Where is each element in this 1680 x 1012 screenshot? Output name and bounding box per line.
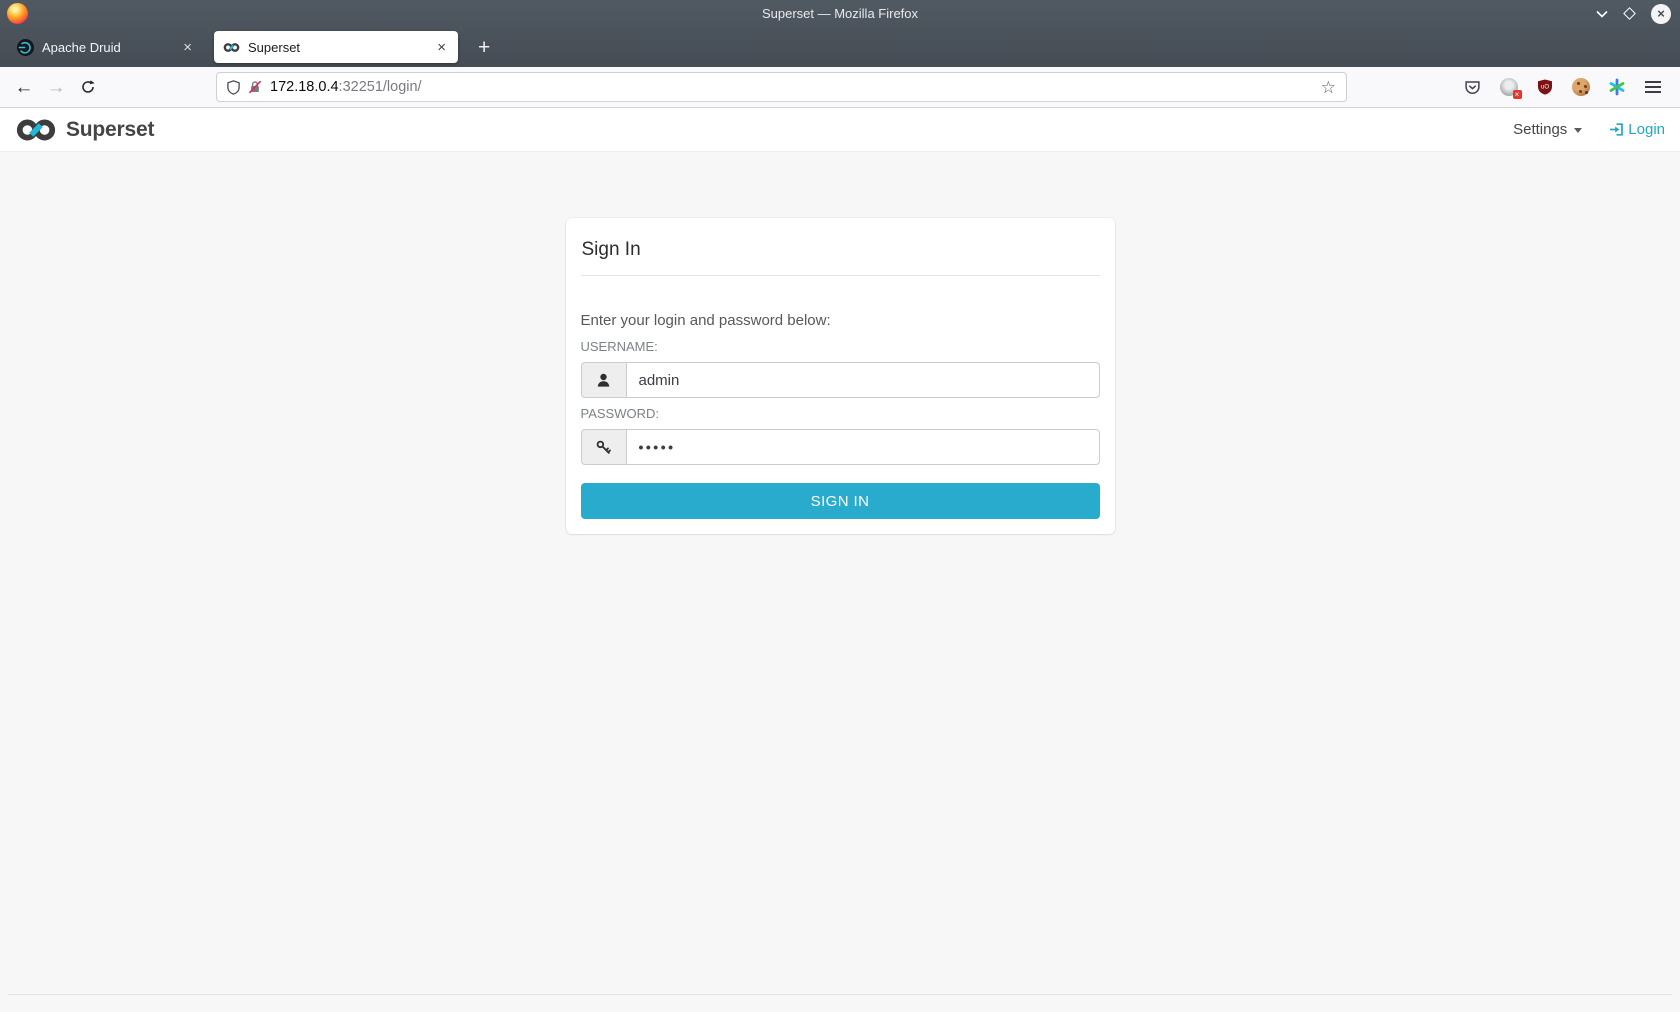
firefox-logo-icon (7, 3, 28, 24)
browser-chrome: Superset — Mozilla Firefox × Apache Drui… (0, 0, 1680, 67)
password-input[interactable] (626, 429, 1100, 465)
key-icon (581, 429, 626, 465)
minimize-icon[interactable] (1596, 10, 1608, 18)
shield-icon[interactable] (227, 80, 240, 95)
url-bar[interactable]: 172.18.0.4:32251/login/ ☆ (216, 72, 1347, 102)
chevron-down-icon (1574, 128, 1582, 133)
username-label: USERNAME: (581, 339, 1100, 354)
brand-name: Superset (66, 118, 154, 142)
page-content: Sign In Enter your login and password be… (0, 152, 1680, 1012)
settings-label: Settings (1513, 121, 1567, 138)
asterisk-extension-icon[interactable] (1603, 74, 1630, 101)
insecure-lock-icon[interactable] (248, 80, 262, 94)
sign-in-button[interactable]: SIGN IN (581, 483, 1100, 519)
sign-in-icon (1609, 122, 1624, 137)
druid-icon (17, 39, 34, 56)
login-label: Login (1628, 121, 1665, 138)
user-icon (581, 362, 626, 398)
tab-bar: Apache Druid × Superset × + (0, 27, 1680, 67)
reload-icon[interactable] (72, 79, 104, 95)
menu-icon[interactable] (1639, 74, 1666, 101)
navigation-toolbar: ← → 172.18.0.4:32251/login/ ☆ (0, 67, 1680, 108)
tab-label: Superset (248, 40, 434, 55)
error-badge (1513, 90, 1522, 99)
login-link[interactable]: Login (1609, 121, 1665, 138)
tab-superset[interactable]: Superset × (214, 31, 458, 63)
close-tab-icon[interactable]: × (434, 40, 449, 55)
username-input-group (581, 362, 1100, 398)
sign-in-card: Sign In Enter your login and password be… (566, 218, 1115, 534)
superset-navbar: Superset Settings Login (0, 108, 1680, 152)
window-titlebar: Superset — Mozilla Firefox × (0, 0, 1680, 27)
url-text: 172.18.0.4:32251/login/ (270, 79, 422, 95)
tab-apache-druid[interactable]: Apache Druid × (8, 31, 204, 63)
footer-divider (8, 994, 1672, 995)
username-input[interactable] (626, 362, 1100, 398)
bookmark-star-icon[interactable]: ☆ (1321, 79, 1336, 96)
url-host: 172.18.0.4 (270, 79, 339, 95)
extension-disabled-icon[interactable] (1495, 74, 1522, 101)
forward-button[interactable]: → (40, 78, 72, 97)
pocket-icon[interactable] (1459, 74, 1486, 101)
superset-logo-icon (15, 117, 57, 143)
card-title: Sign In (581, 233, 1100, 276)
new-tab-button[interactable]: + (472, 37, 496, 58)
cookie-extension-icon[interactable] (1567, 74, 1594, 101)
url-path: :32251/login/ (339, 79, 422, 95)
ublock-origin-icon[interactable]: uO (1531, 74, 1558, 101)
window-title: Superset — Mozilla Firefox (762, 6, 918, 21)
close-tab-icon[interactable]: × (180, 40, 195, 55)
settings-menu[interactable]: Settings (1513, 121, 1582, 138)
back-button[interactable]: ← (8, 78, 40, 97)
tab-label: Apache Druid (42, 40, 180, 55)
superset-icon (223, 39, 240, 56)
password-input-group (581, 429, 1100, 465)
maximize-icon[interactable] (1625, 9, 1634, 18)
instruction-text: Enter your login and password below: (581, 312, 1100, 329)
close-window-icon[interactable]: × (1651, 4, 1671, 24)
superset-brand[interactable]: Superset (15, 117, 154, 143)
password-label: PASSWORD: (581, 406, 1100, 421)
svg-text:uO: uO (1540, 85, 1548, 91)
